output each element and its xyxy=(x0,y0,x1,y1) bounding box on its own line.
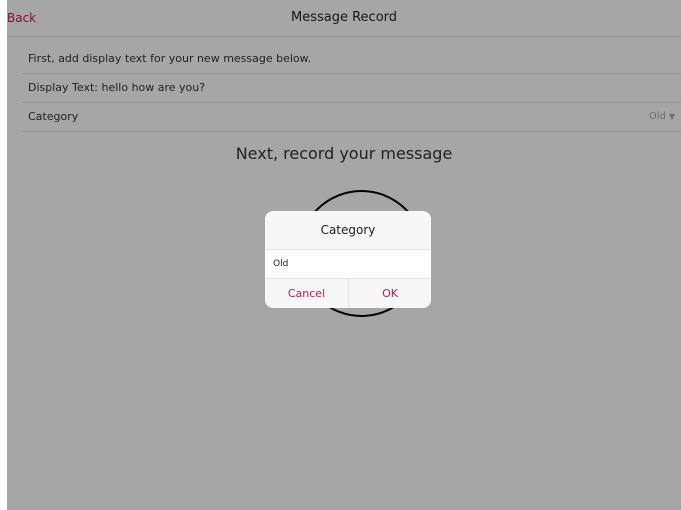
category-dialog: Category Old Cancel OK xyxy=(265,211,431,308)
cancel-button[interactable]: Cancel xyxy=(265,279,348,308)
category-input[interactable]: Old xyxy=(265,249,431,279)
ok-button[interactable]: OK xyxy=(348,279,431,308)
dialog-title: Category xyxy=(320,223,376,237)
message-record-screen: Back Message Record First, add display t… xyxy=(7,0,681,510)
dialog-button-bar: Cancel OK xyxy=(265,279,431,308)
